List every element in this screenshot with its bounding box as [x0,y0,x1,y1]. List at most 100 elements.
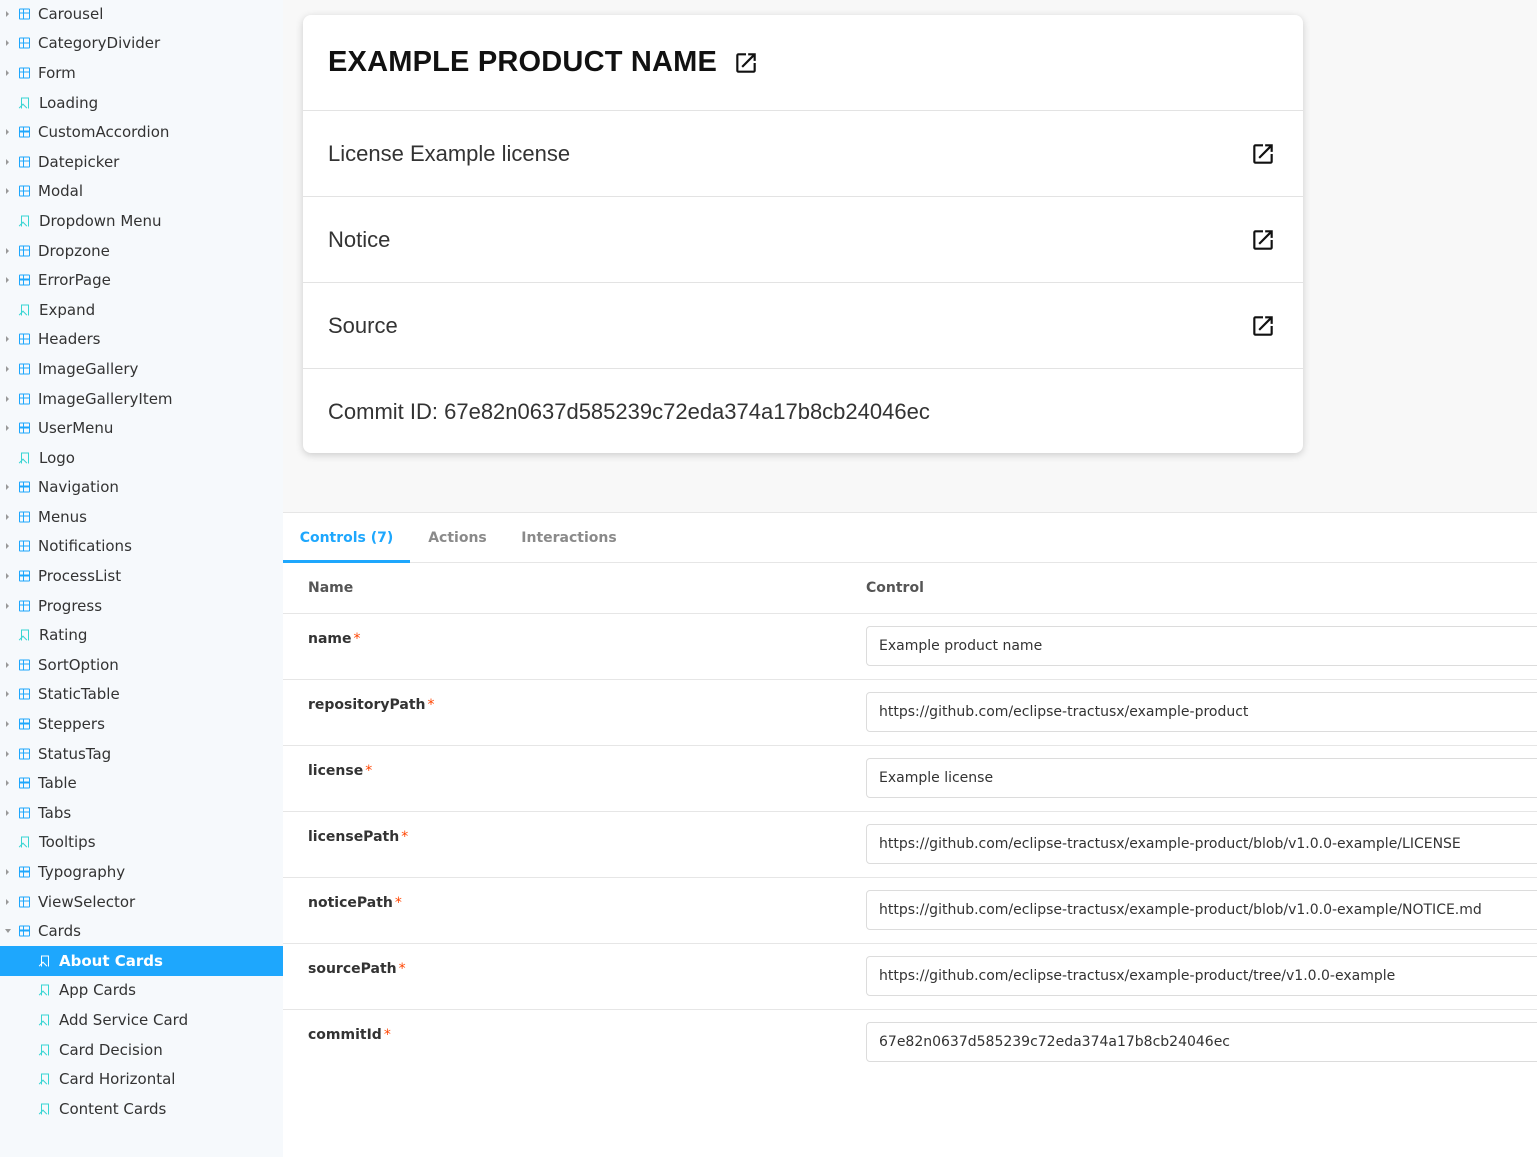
sidebar-item-dropdown-menu[interactable]: Dropdown Menu [0,206,283,236]
required-mark: * [353,631,361,647]
sidebar-item-datepicker[interactable]: Datepicker [0,147,283,177]
open-in-new-icon[interactable] [733,50,759,76]
expand-caret-icon [6,869,9,876]
sidebar-item-carousel[interactable]: Carousel [0,0,283,29]
sidebar-item-menus[interactable]: Menus [0,502,283,532]
component-grid-icon [19,540,30,552]
sidebar-item-label: StaticTable [38,685,120,704]
sidebar-item-card-decision[interactable]: Card Decision [0,1035,283,1065]
tab-actions[interactable]: Actions [410,514,505,563]
controls-table: Name Control name* repositoryPath* licen… [283,563,1537,1076]
prop-name-label: commitId [308,1027,382,1043]
open-in-new-icon[interactable] [1250,227,1276,253]
sidebar-item-notifications[interactable]: Notifications [0,532,283,562]
sidebar-item-viewselector[interactable]: ViewSelector [0,887,283,917]
sidebar-item-customaccordion[interactable]: CustomAccordion [0,117,283,147]
sidebar-item-label: Form [38,63,76,82]
sidebar-item-label: Typography [38,863,126,882]
notice-row: Notice [303,197,1303,283]
component-grid-icon [19,866,30,878]
control-input-name[interactable] [866,626,1537,666]
prop-name: license * [308,763,372,779]
sidebar-item-label: Tabs [38,803,72,822]
control-input-repositorypath[interactable] [866,692,1537,732]
sidebar-item-tooltips[interactable]: Tooltips [0,828,283,858]
control-input-commitid[interactable] [866,1022,1537,1062]
sidebar-item-label: Loading [39,93,99,112]
component-grid-icon [19,511,30,523]
expand-caret-icon [6,484,9,491]
sidebar-item-rating[interactable]: Rating [0,620,283,650]
expand-caret-icon [6,543,9,550]
open-in-new-icon[interactable] [1250,313,1276,339]
sidebar-item-imagegallery[interactable]: ImageGallery [0,354,283,384]
sidebar-item-statictable[interactable]: StaticTable [0,680,283,710]
component-grid-icon [19,393,30,405]
sidebar-item-statustag[interactable]: StatusTag [0,739,283,769]
sidebar-item-label: Notifications [38,537,132,556]
sidebar-item-app-cards[interactable]: App Cards [0,976,283,1006]
bookmark-icon [41,1103,49,1115]
expand-caret-icon [6,691,9,698]
sidebar-item-label: About Cards [59,951,163,970]
sidebar-item-card-horizontal[interactable]: Card Horizontal [0,1064,283,1094]
sidebar-item-label: Expand [39,300,96,319]
control-input-licensepath[interactable] [866,824,1537,864]
expand-caret-icon [6,365,9,372]
prop-name: repositoryPath * [308,697,435,713]
bookmark-icon [21,97,29,109]
sidebar-item-label: Navigation [38,478,119,497]
license-text: License Example license [328,140,571,166]
component-grid-icon [19,363,30,375]
sidebar-item-typography[interactable]: Typography [0,857,283,887]
prop-name: sourcePath * [308,961,406,977]
sidebar-item-sortoption[interactable]: SortOption [0,650,283,680]
table-row: noticePath * [283,878,1537,944]
component-grid-icon [19,777,30,789]
sidebar-item-content-cards[interactable]: Content Cards [0,1094,283,1124]
required-mark: * [365,763,373,779]
sidebar-item-cards[interactable]: Cards [0,916,283,946]
sidebar-item-categorydivider[interactable]: CategoryDivider [0,29,283,59]
sidebar-item-form[interactable]: Form [0,58,283,88]
sidebar-item-errorpage[interactable]: ErrorPage [0,265,283,295]
sidebar-item-dropzone[interactable]: Dropzone [0,236,283,266]
sidebar-item-about-cards[interactable]: About Cards [0,946,283,976]
open-in-new-icon[interactable] [1250,141,1276,167]
tab-interactions[interactable]: Interactions [505,514,633,563]
sidebar-item-progress[interactable]: Progress [0,591,283,621]
product-name-title: EXAMPLE PRODUCT NAME [328,46,718,78]
sidebar-item-label: CustomAccordion [38,123,170,142]
sidebar-item-label: Rating [39,626,88,645]
sidebar-item-tabs[interactable]: Tabs [0,798,283,828]
sidebar-item-loading[interactable]: Loading [0,88,283,118]
sidebar-item-label: ViewSelector [38,892,136,911]
sidebar-item-add-service-card[interactable]: Add Service Card [0,1005,283,1035]
prop-name: licensePath * [308,829,408,845]
control-input-license[interactable] [866,758,1537,798]
table-row: repositoryPath * [283,680,1537,746]
required-mark: * [394,895,402,911]
bookmark-icon [41,1073,49,1085]
sidebar-item-expand[interactable]: Expand [0,295,283,325]
sidebar-item-navigation[interactable]: Navigation [0,473,283,503]
control-input-sourcepath[interactable] [866,956,1537,996]
sidebar-item-steppers[interactable]: Steppers [0,709,283,739]
tab-controls[interactable]: Controls (7) [283,514,410,563]
component-grid-icon [19,718,30,730]
component-grid-icon [19,185,30,197]
sidebar-item-usermenu[interactable]: UserMenu [0,413,283,443]
sidebar-item-modal[interactable]: Modal [0,177,283,207]
component-grid-icon [19,67,30,79]
sidebar-item-imagegalleryitem[interactable]: ImageGalleryItem [0,384,283,414]
sidebar-item-processlist[interactable]: ProcessList [0,561,283,591]
bookmark-icon [41,1044,49,1056]
control-input-noticepath[interactable] [866,890,1537,930]
bookmark-icon [21,836,29,848]
expand-caret-icon [6,780,9,787]
sidebar-item-table[interactable]: Table [0,768,283,798]
sidebar-item-logo[interactable]: Logo [0,443,283,473]
sidebar-item-headers[interactable]: Headers [0,325,283,355]
component-grid-icon [19,333,30,345]
prop-name: noticePath * [308,895,402,911]
